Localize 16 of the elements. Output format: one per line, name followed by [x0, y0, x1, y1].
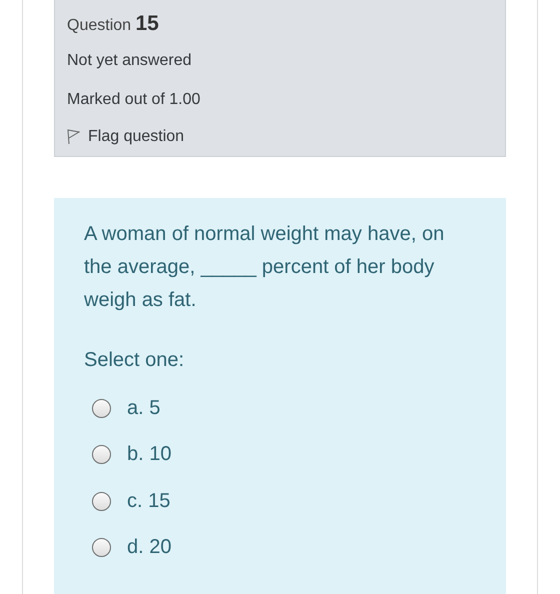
flag-question-link[interactable]: Flag question — [67, 128, 184, 146]
answer-option[interactable]: d. 20 — [84, 524, 172, 571]
marks-text: Marked out of 1.00 — [67, 91, 202, 110]
answer-option[interactable]: b. 10 — [84, 432, 172, 478]
radio-button[interactable] — [92, 398, 111, 418]
radio-button[interactable] — [92, 445, 111, 464]
question-text: A woman of normal weight may have, on the average, _____ percent of her body weigh as fat. — [84, 222, 446, 313]
question-number: 15 — [136, 12, 159, 35]
answer-option[interactable]: a. 5 — [84, 385, 160, 432]
select-prompt: Select one: — [84, 349, 186, 372]
flag-icon — [67, 129, 80, 145]
radio-button[interactable] — [92, 492, 111, 511]
radio-button[interactable] — [92, 538, 111, 558]
question-label: Question — [67, 17, 132, 34]
answer-option[interactable]: c. 15 — [84, 478, 170, 524]
status-text: Not yet answered — [67, 52, 193, 71]
